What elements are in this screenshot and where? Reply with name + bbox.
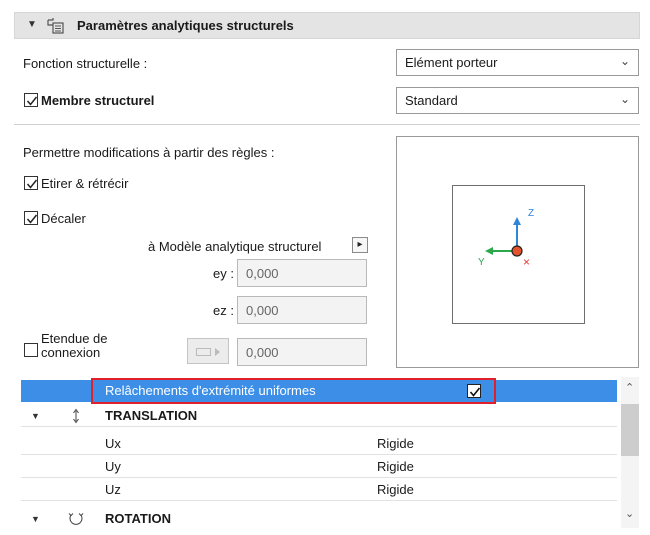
preview-area: Z Y ×: [396, 136, 639, 368]
chevron-down-icon: ⌄: [619, 54, 630, 68]
panel-header[interactable]: ▼ Paramètres analytiques structurels: [14, 12, 640, 39]
connection-extent-value: 0,000: [246, 345, 279, 360]
extent-arrow-icon: [196, 348, 220, 356]
ey-label: ey :: [213, 266, 234, 281]
ey-input[interactable]: 0,000: [237, 259, 367, 287]
connection-extent-label: Etendue de connexion: [41, 332, 151, 367]
release-value: Rigide: [377, 459, 414, 474]
connection-extent-checkbox[interactable]: [24, 343, 38, 357]
connection-extent-input[interactable]: 0,000: [237, 338, 367, 366]
translation-label: TRANSLATION: [105, 408, 198, 423]
chevron-down-icon: ⌄: [619, 92, 630, 106]
translation-icon: [73, 408, 79, 424]
scroll-down-icon[interactable]: ⌄: [625, 507, 634, 520]
checkmark-icon: [26, 214, 38, 224]
rotation-icon: [68, 513, 84, 525]
y-axis-label: Y: [478, 257, 485, 268]
ey-value: 0,000: [246, 266, 279, 281]
analytical-model-label: à Modèle analytique structurel: [148, 239, 322, 254]
collapse-triangle-icon[interactable]: ▼: [27, 19, 37, 30]
structural-function-value: Elément porteur: [405, 55, 498, 70]
play-arrow-icon: ▸: [357, 239, 363, 250]
table-scrollbar[interactable]: ⌃ ⌄: [621, 377, 639, 528]
rotation-group-row[interactable]: ▼ ROTATION: [21, 508, 617, 530]
structural-member-value: Standard: [405, 93, 458, 108]
connection-extent-label-line1: Etendue de: [41, 332, 108, 346]
x-axis-label: ×: [523, 255, 531, 269]
release-name: Ux: [105, 436, 121, 451]
collapse-triangle-icon[interactable]: ▼: [31, 411, 40, 421]
offset-label: Décaler: [41, 211, 86, 226]
ez-value: 0,000: [246, 303, 279, 318]
structural-function-label: Fonction structurelle :: [23, 56, 148, 71]
checkmark-icon: [26, 96, 38, 106]
connection-extent-label-line2: connexion: [41, 345, 101, 360]
connection-extent-mode-button[interactable]: [187, 338, 229, 364]
z-axis-label: Z: [528, 208, 535, 219]
structural-member-checkbox[interactable]: [24, 93, 38, 107]
structural-settings-icon: [47, 18, 64, 34]
offset-checkbox[interactable]: [24, 211, 38, 225]
panel-title: Paramètres analytiques structurels: [77, 18, 294, 33]
stretch-label: Etirer & rétrécir: [41, 176, 129, 191]
release-value: Rigide: [377, 436, 414, 451]
rotation-label: ROTATION: [105, 511, 171, 526]
analytical-model-arrow-button[interactable]: ▸: [352, 237, 368, 253]
release-row-ux[interactable]: Ux Rigide: [21, 433, 617, 455]
release-name: Uy: [105, 459, 121, 474]
scroll-up-icon[interactable]: ⌃: [625, 381, 634, 394]
collapse-triangle-icon[interactable]: ▼: [31, 514, 40, 524]
ez-input[interactable]: 0,000: [237, 296, 367, 324]
stretch-checkbox[interactable]: [24, 176, 38, 190]
section-divider: [14, 124, 640, 125]
release-name: Uz: [105, 482, 121, 497]
release-value: Rigide: [377, 482, 414, 497]
release-row-uy[interactable]: Uy Rigide: [21, 456, 617, 478]
structural-member-dropdown[interactable]: Standard ⌄: [396, 87, 639, 114]
highlight-frame: [91, 378, 496, 404]
scrollbar-thumb[interactable]: [621, 404, 639, 456]
checkmark-icon: [26, 179, 38, 189]
translation-group-row[interactable]: ▼ TRANSLATION: [21, 405, 617, 427]
rules-label: Permettre modifications à partir des règ…: [23, 145, 275, 160]
ez-label: ez :: [213, 303, 234, 318]
release-row-uz[interactable]: Uz Rigide: [21, 479, 617, 501]
structural-function-dropdown[interactable]: Elément porteur ⌄: [396, 49, 639, 76]
structural-member-label: Membre structurel: [41, 93, 155, 108]
